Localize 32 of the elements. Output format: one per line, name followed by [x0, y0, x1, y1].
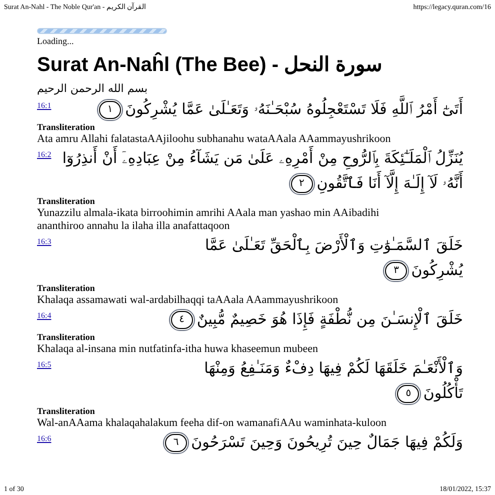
verse-link[interactable]: 16:1	[37, 101, 52, 111]
verse-number-marker: ١	[99, 100, 122, 118]
verse-link[interactable]: 16:2	[37, 150, 52, 160]
verse-number-marker: ٦	[165, 434, 188, 452]
loading-text: Loading...	[37, 35, 75, 47]
transliteration-text: Khalaqa al-insana min nutfatinfa-itha huwa khaseemun mubeen	[37, 343, 320, 356]
transliteration-text: Wal-anAAama khalaqahalakum feeha dif-on wamanafiAAu waminhata-kuloon	[37, 417, 388, 430]
arabic-verse-text: يُشْرِكُونَ	[411, 258, 463, 282]
verse-number-marker: ٤	[170, 310, 193, 328]
arabic-verse-text: وَلَكُمْ فِيهَا جَمَالٌ حِينَ تُرِيحُونَ وَحِينَ تَسْرَحُونَ	[191, 430, 463, 454]
transliteration-label: Transliteration	[37, 283, 96, 294]
verse-link[interactable]: 16:4	[37, 311, 52, 321]
transliteration-text: Yunazzilu almala-ikata birroohimin amrihi AAala man yashao min AAibadihi ananthiroo annahu la ilaha illa anafattaqoon	[37, 207, 380, 233]
arabic-verse-text: أَنَّهُۥ لَآ إِلَـٰهَ إِلَّآ أَنَا فَٱتَّقُونِ	[316, 171, 463, 196]
arabic-verse-text: خَلَقَ ٱلسَّمَـٰوَٰتِ وَٱلْأَرْضَ بِٱلْحَقِّ تَعَـٰلَىٰ عَمَّا	[204, 233, 463, 258]
basmala-text: بسم الله الرحمن الرحيم	[37, 81, 149, 97]
transliteration-text: Khalaqa assamawati wal-ardabilhaqqi taAAala AAammayushrikoon	[37, 294, 340, 307]
surah-title: Surat An-Naĥl (The Bee) - سورة النحل	[37, 53, 384, 77]
transliteration-label: Transliteration	[37, 332, 96, 343]
arabic-verse-text: يُنَزِّلُ ٱلْمَلَـٰٓئِكَةَ بِٱلرُّوحِ مِنْ أَمْرِهِۦ عَلَىٰ مَن يَشَآءُ مِنْ عِبَادِهِۦٓ أَنْ أَنذِرُوٓا	[62, 146, 463, 171]
transliteration-label: Transliteration	[37, 196, 96, 207]
transliteration-label: Transliteration	[37, 122, 96, 133]
verse-number-marker: ٥	[397, 384, 420, 402]
verse-link[interactable]: 16:3	[37, 237, 52, 247]
verse-number-marker: ٢	[290, 174, 313, 192]
verse-link[interactable]: 16:5	[37, 360, 52, 370]
transliteration-label: Transliteration	[37, 406, 96, 417]
verse-link[interactable]: 16:6	[37, 434, 52, 444]
arabic-verse-text: خَلَقَ ٱلْإِنسَـٰنَ مِن نُّطْفَةٍ فَإِذَا هُوَ خَصِيمٌ مُّبِينٌ	[196, 307, 463, 332]
transliteration-text: Ata amru Allahi falatastaAAjiloohu subhanahu wataAAala AAammayushrikoon	[37, 133, 392, 146]
arabic-verse-text: أَتَىٰٓ أَمْرُ ٱللَّهِ فَلَا تَسْتَعْجِلُوهُ سُبْحَـٰنَهُۥ وَتَعَـٰلَىٰ عَمَّا يُشْرِكُونَ	[125, 97, 463, 122]
verse-number-marker: ٣	[385, 262, 408, 280]
